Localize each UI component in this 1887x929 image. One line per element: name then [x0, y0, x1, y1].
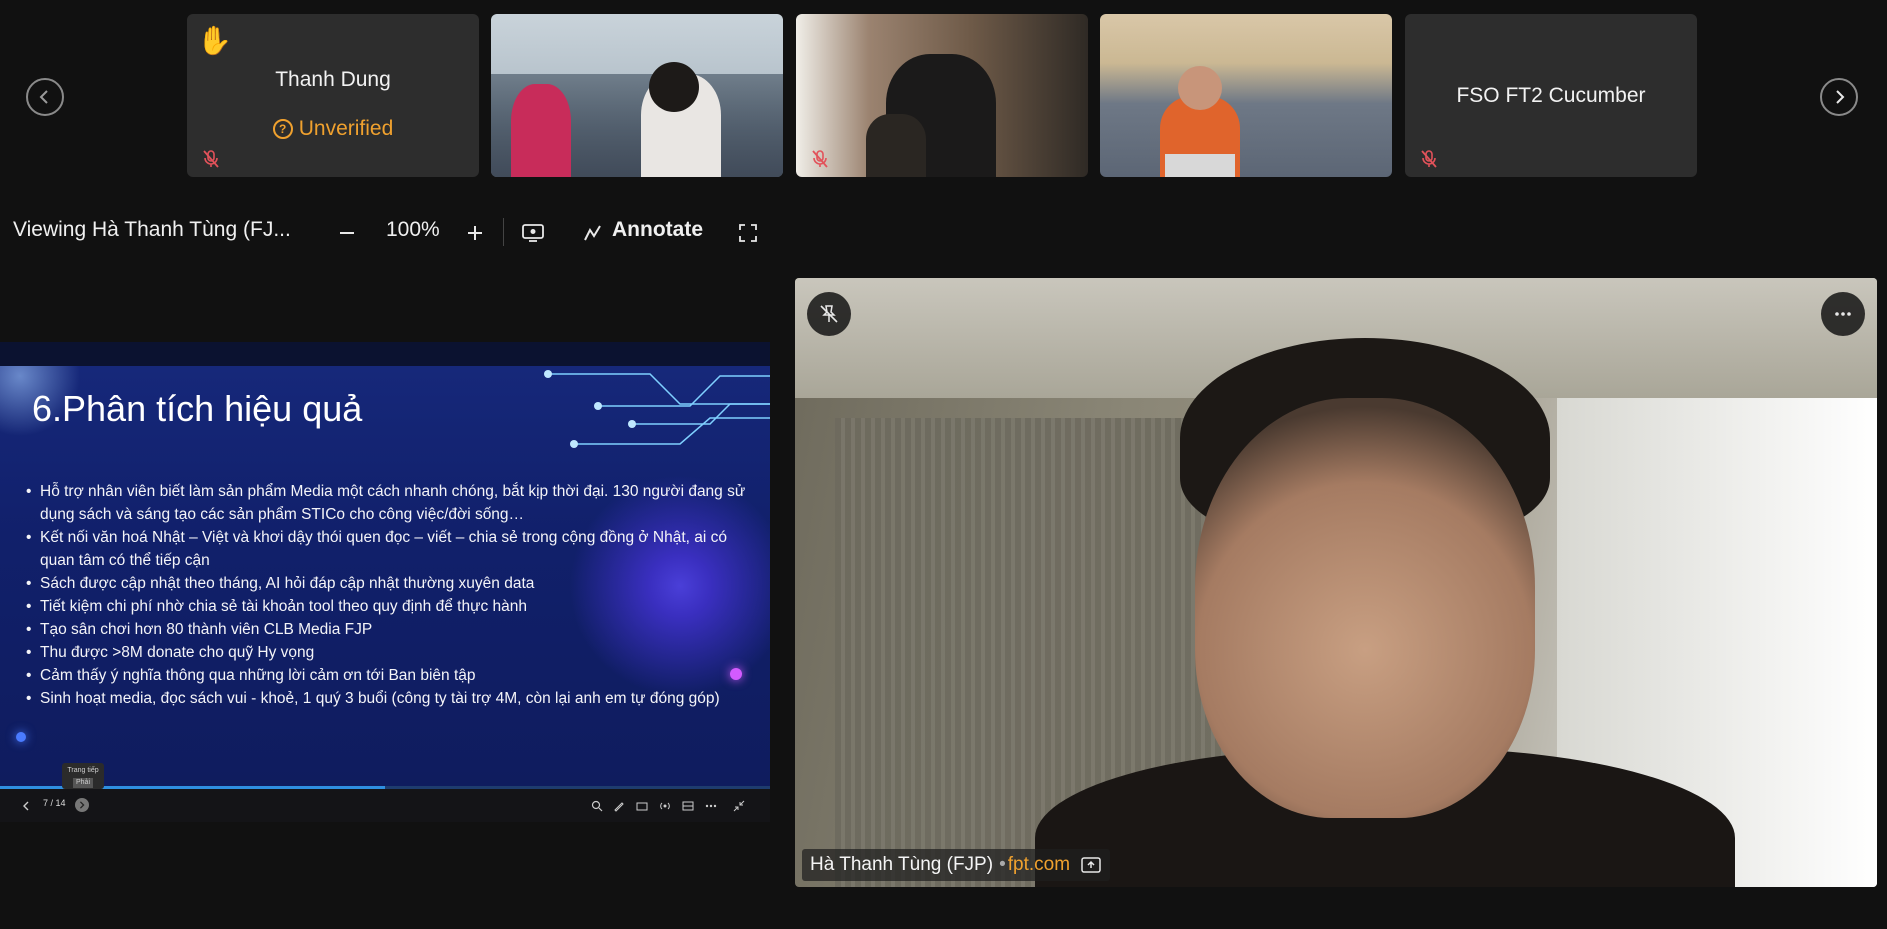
- chevron-right-icon: [79, 801, 85, 809]
- presentation-slide: 6.Phân tích hiệu quả Hỗ trợ nhân viên bi…: [0, 366, 770, 786]
- bullet-item: Tạo sân chơi hơn 80 thành viên CLB Media…: [26, 618, 746, 641]
- participant-tile-thanh-dung[interactable]: ✋ Thanh Dung ? Unverified: [187, 14, 479, 177]
- bullet-item: Sách được cập nhật theo tháng, AI hỏi đá…: [26, 572, 746, 595]
- magnifier-icon: [591, 800, 603, 812]
- unpin-button[interactable]: [807, 292, 851, 336]
- slides-view-button[interactable]: [680, 798, 696, 814]
- question-icon: ?: [272, 119, 293, 139]
- status-text: Unverified: [298, 117, 394, 140]
- speaker-domain: fpt.com: [1007, 854, 1071, 875]
- tooltip-shortcut: Phải: [72, 778, 93, 788]
- slide-controls: 7 / 14: [0, 789, 770, 822]
- previous-participants-button[interactable]: [26, 78, 64, 116]
- speaker-name: Hà Thanh Tùng (FJP): [810, 854, 994, 875]
- bullet-item: Cảm thấy ý nghĩa thông qua những lời cảm…: [26, 664, 746, 687]
- participant-tile-fso-ft2-cucumber[interactable]: FSO FT2 Cucumber: [1405, 14, 1697, 177]
- unpin-icon: [820, 305, 838, 323]
- screen-icon: [522, 224, 544, 242]
- more-icon: [705, 804, 717, 808]
- video-more-button[interactable]: [1821, 292, 1865, 336]
- bullet-item: Sinh hoạt media, đọc sách vui - khoẻ, 1 …: [26, 687, 746, 710]
- minus-icon: [340, 232, 354, 234]
- pen-icon: [584, 225, 601, 241]
- more-icon: [1835, 312, 1851, 316]
- participant-video-tile-2[interactable]: [491, 14, 783, 177]
- collapse-icon: [733, 800, 745, 812]
- pen-tool-button[interactable]: [611, 798, 627, 814]
- next-participants-button[interactable]: [1820, 78, 1858, 116]
- raised-hand-icon: ✋: [197, 25, 232, 56]
- subtitles-button[interactable]: [634, 798, 650, 814]
- participant-name: FSO FT2 Cucumber: [1456, 84, 1646, 107]
- previous-slide-button[interactable]: [18, 798, 34, 814]
- circuit-decoration: [544, 370, 770, 448]
- fullscreen-button[interactable]: [735, 220, 761, 246]
- unverified-badge: ? Unverified: [187, 117, 479, 141]
- mic-off-icon: [1421, 150, 1437, 168]
- chevron-right-icon: [1836, 90, 1845, 104]
- viewing-label: Viewing Hà Thanh Tùng (FJ...: [13, 218, 291, 241]
- mic-off-icon: [812, 150, 828, 168]
- zoom-slide-button[interactable]: [589, 798, 605, 814]
- bullet-item: Tiết kiệm chi phí nhờ chia sẻ tài khoản …: [26, 595, 746, 618]
- bullet-item: Hỗ trợ nhân viên biết làm sản phẩm Media…: [26, 480, 746, 526]
- screen-share-control-button[interactable]: [520, 220, 546, 246]
- broadcast-icon: [660, 802, 670, 810]
- more-options-button[interactable]: [703, 798, 719, 814]
- slides-icon: [682, 801, 694, 811]
- captions-icon: [636, 802, 648, 811]
- participant-name: Thanh Dung: [275, 68, 391, 91]
- active-speaker-video[interactable]: Hà Thanh Tùng (FJP) • fpt.com: [795, 278, 1877, 887]
- annotate-pen-icon-wrap[interactable]: [580, 220, 606, 246]
- zoom-level: 100%: [386, 218, 440, 241]
- shared-screen[interactable]: 6.Phân tích hiệu quả Hỗ trợ nhân viên bi…: [0, 342, 770, 822]
- bullet-item: Thu được >8M donate cho quỹ Hy vọng: [26, 641, 746, 664]
- bullet-item: Kết nối văn hoá Nhật – Việt và khơi dậy …: [26, 526, 746, 572]
- chevron-left-icon: [23, 801, 29, 811]
- slide-bullets: Hỗ trợ nhân viên biết làm sản phẩm Media…: [26, 480, 746, 710]
- plus-icon: [468, 226, 482, 240]
- exit-slideshow-button[interactable]: [731, 798, 747, 814]
- pen-icon: [614, 802, 624, 812]
- participant-video-tile-4[interactable]: [1100, 14, 1392, 177]
- expand-icon: [739, 224, 757, 242]
- attendee-figure: [511, 84, 571, 177]
- page-indicator: 7 / 14: [43, 798, 66, 808]
- annotate-button[interactable]: Annotate: [612, 218, 703, 242]
- separator: •: [999, 854, 1006, 875]
- popout-icon[interactable]: [1080, 856, 1102, 874]
- tooltip-title: Trang tiếp: [67, 767, 99, 774]
- participant-video-tile-3[interactable]: [796, 14, 1088, 177]
- broadcast-button[interactable]: [657, 798, 673, 814]
- zoom-in-button[interactable]: [462, 220, 488, 246]
- speaker-label: Hà Thanh Tùng (FJP) • fpt.com: [802, 849, 1111, 881]
- next-slide-button[interactable]: [75, 798, 89, 812]
- slide-tooltip: Trang tiếp Phải: [62, 763, 104, 789]
- slide-title: 6.Phân tích hiệu quả: [32, 388, 363, 429]
- chevron-left-icon: [39, 90, 48, 104]
- mic-off-icon: [203, 150, 219, 168]
- zoom-out-button[interactable]: [334, 220, 360, 246]
- laptop: [1165, 154, 1235, 177]
